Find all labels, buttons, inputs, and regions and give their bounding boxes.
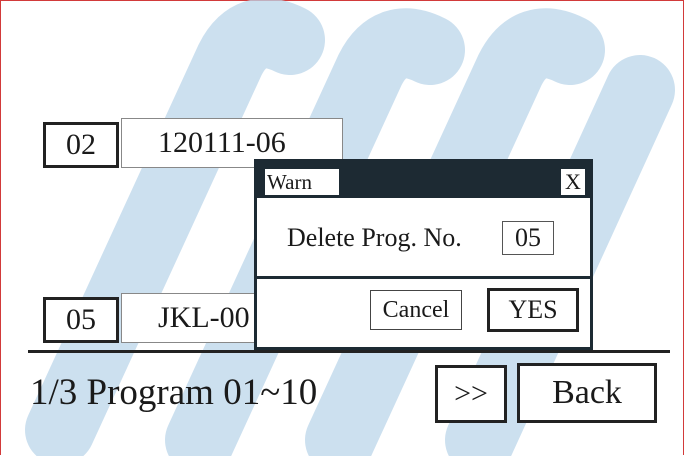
back-button[interactable]: Back [517, 363, 657, 423]
next-page-button[interactable]: >> [435, 365, 507, 423]
program-name-cell[interactable]: JKL-00 [121, 293, 271, 343]
dialog-program-number: 05 [502, 221, 554, 255]
dialog-close-button[interactable]: X [561, 169, 585, 195]
warn-dialog: Warn X Delete Prog. No. 05 Cancel YES [254, 159, 593, 350]
program-number-text: 02 [66, 128, 96, 161]
program-name-text: 120111-06 [158, 126, 286, 159]
program-number-cell[interactable]: 02 [43, 122, 119, 168]
page-indicator: 1/3 Program 01~10 [30, 372, 318, 413]
back-label: Back [552, 374, 622, 411]
program-number-text: 05 [66, 303, 96, 336]
dialog-body: Delete Prog. No. 05 [257, 198, 590, 279]
footer-divider [28, 350, 670, 353]
next-page-label: >> [454, 377, 488, 410]
program-number-cell[interactable]: 05 [43, 297, 119, 343]
dialog-titlebar: Warn X [257, 162, 590, 198]
program-name-text: JKL-00 [158, 301, 250, 334]
yes-button[interactable]: YES [487, 288, 579, 332]
dialog-message: Delete Prog. No. [287, 223, 462, 252]
cancel-button[interactable]: Cancel [370, 290, 462, 330]
dialog-title: Warn [265, 169, 339, 195]
